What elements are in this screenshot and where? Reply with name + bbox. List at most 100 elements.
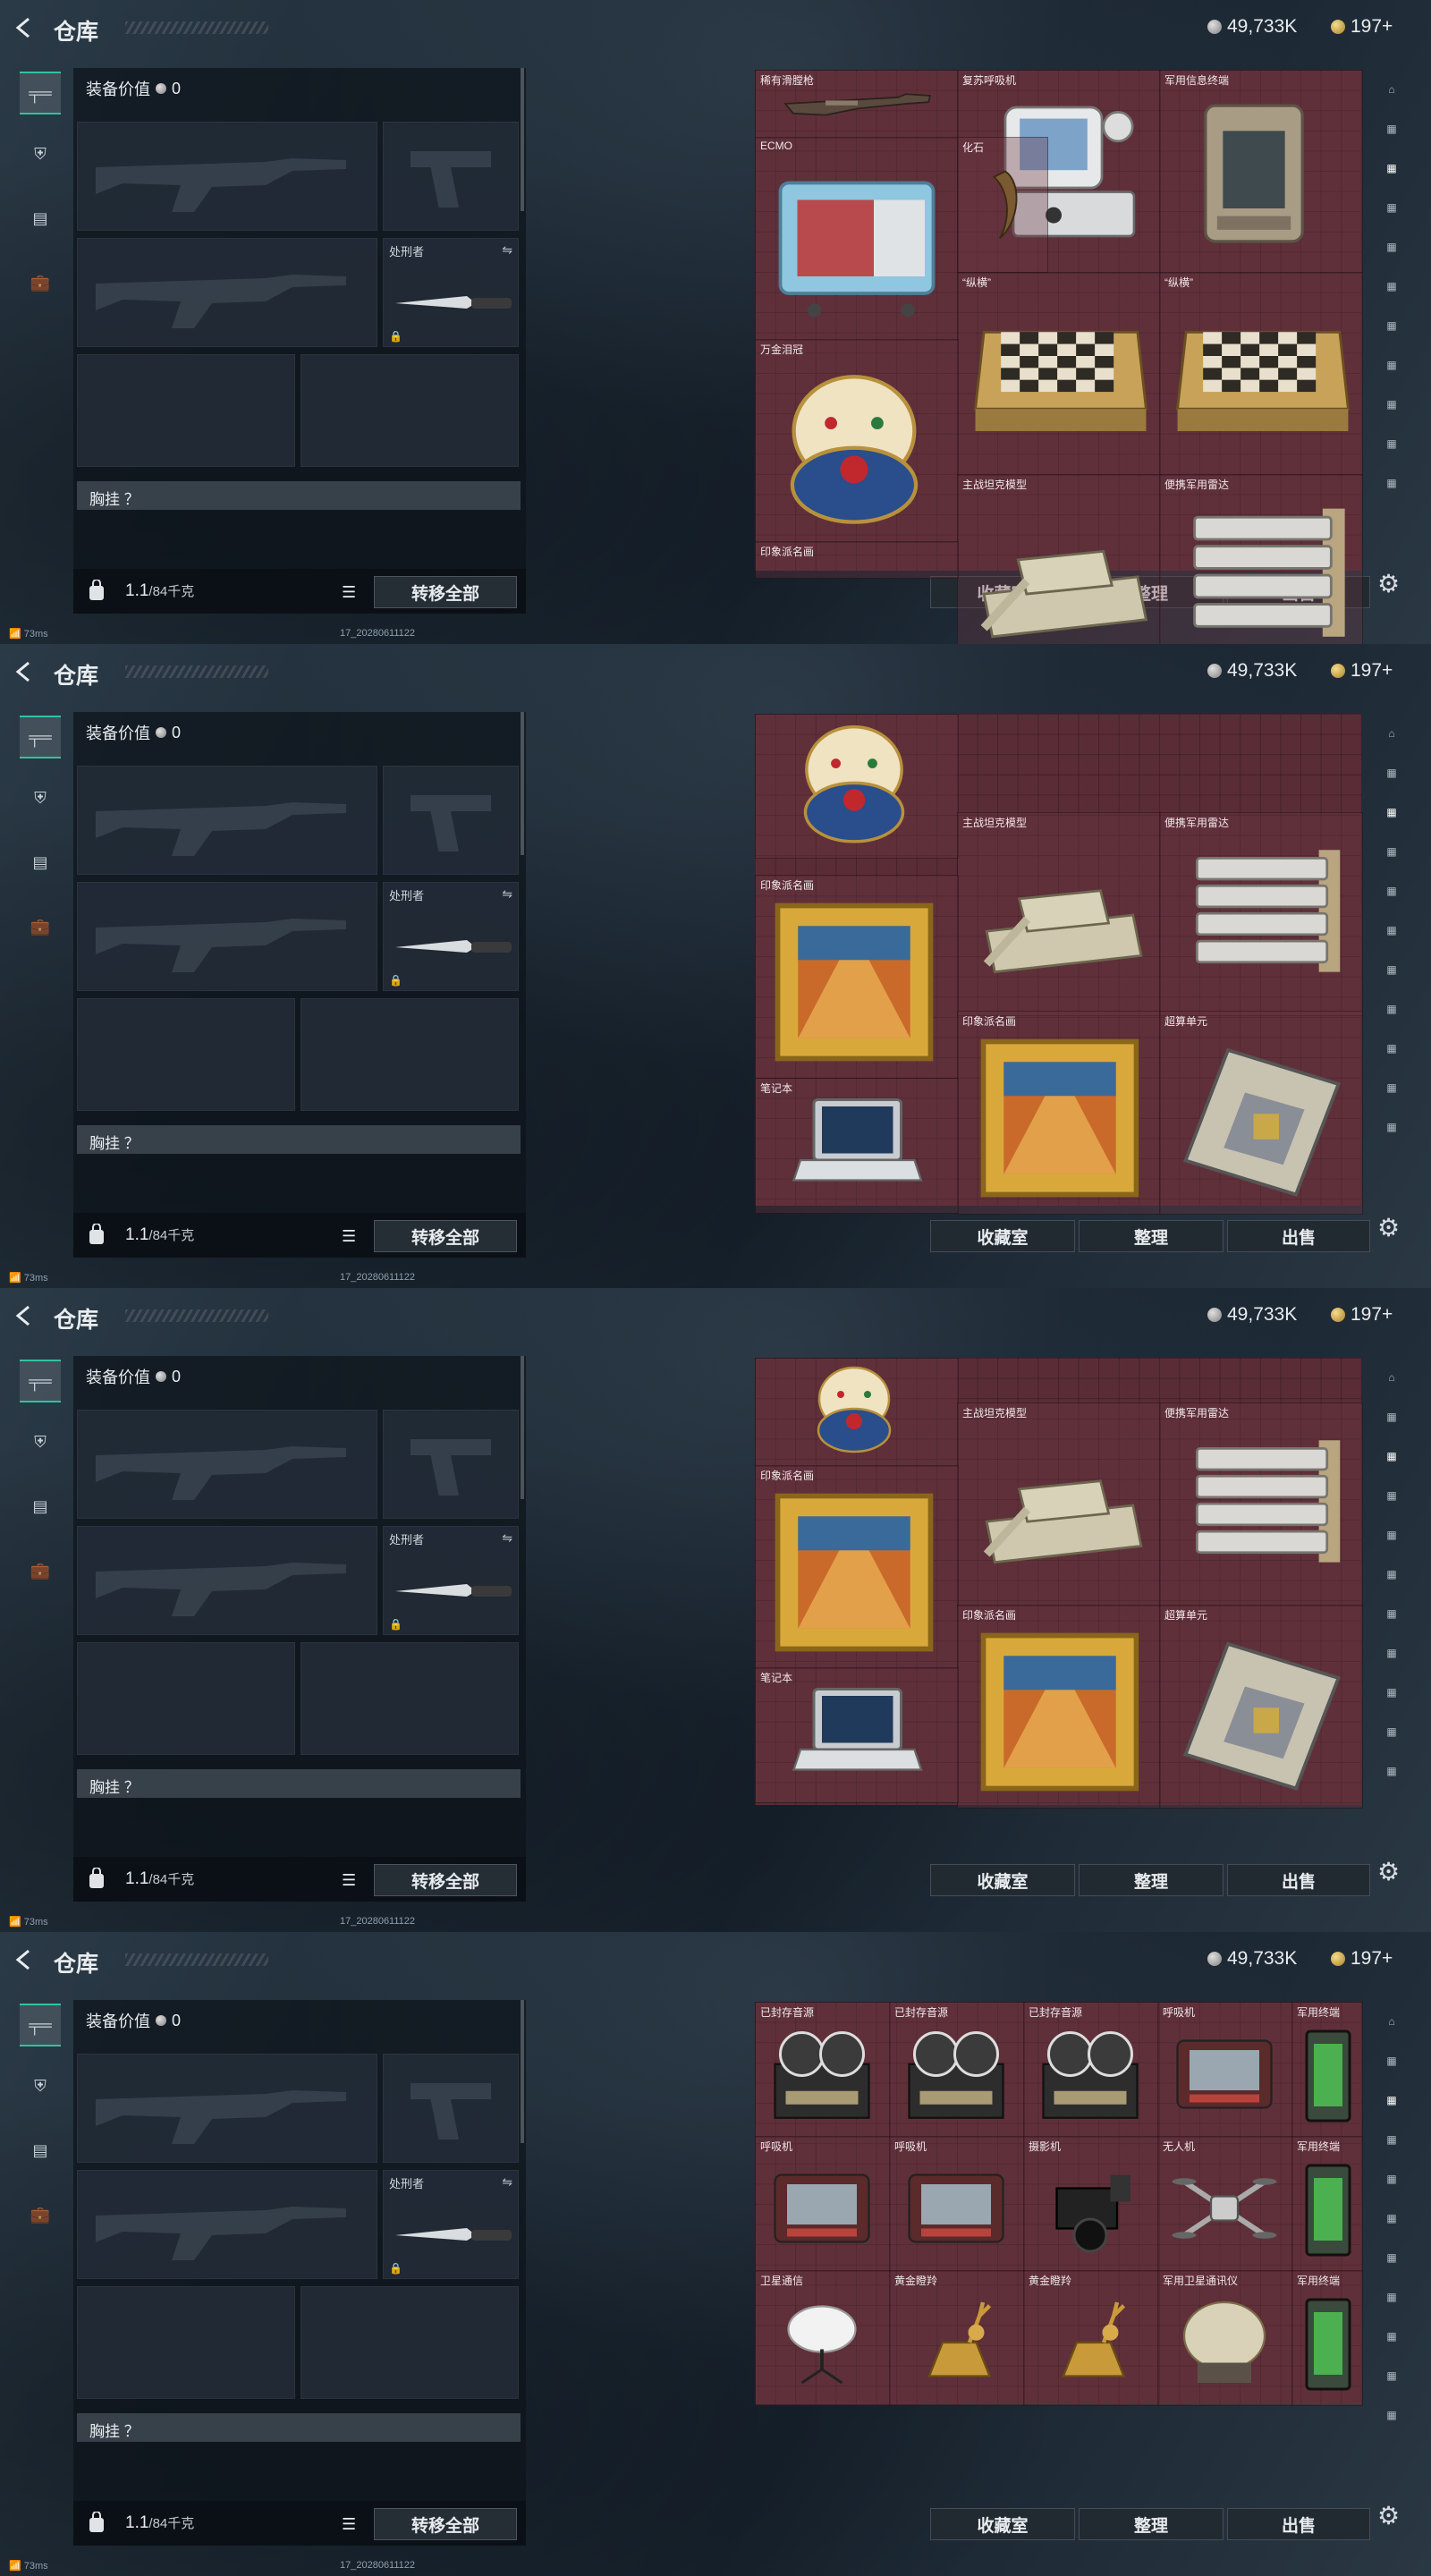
storage-tab-icon[interactable]: ▦ — [1374, 912, 1410, 948]
secondary-weapon-slot[interactable] — [77, 1526, 377, 1635]
storage-tab-icon[interactable]: ▦ — [1374, 1635, 1410, 1671]
storage-tab-icon[interactable]: ▦ — [1374, 1399, 1410, 1435]
pistol-slot[interactable] — [383, 2054, 519, 2163]
back-arrow-icon[interactable] — [13, 1948, 36, 1971]
chest-rig-slot[interactable]: 胸挂 ？ — [77, 2413, 521, 2442]
storage-tab-icon[interactable]: ▦ — [1374, 952, 1410, 987]
nav-vest[interactable]: ▤ — [20, 843, 61, 882]
nav-weapons[interactable]: ╤═ — [20, 2004, 61, 2046]
storage-tab-icon[interactable]: ▦ — [1374, 386, 1410, 422]
back-arrow-icon[interactable] — [13, 660, 36, 683]
storage-tab-icon[interactable]: ▦ — [1374, 229, 1410, 265]
nav-weapons[interactable]: ╤═ — [20, 72, 61, 114]
helmet-slot[interactable] — [77, 2286, 295, 2399]
nav-weapons[interactable]: ╤═ — [20, 1360, 61, 1402]
pistol-slot[interactable] — [383, 766, 519, 875]
inventory-item[interactable]: 印象派名画 — [957, 1011, 1161, 1215]
inventory-item[interactable]: 印象派名画 — [755, 1465, 959, 1669]
storage-tab-icon[interactable]: ▦ — [1374, 1478, 1410, 1513]
storage-tab-icon[interactable]: ▦ — [1374, 1753, 1410, 1789]
inventory-item[interactable]: 黄金瞪羚 — [889, 2270, 1025, 2406]
helmet-slot[interactable] — [77, 354, 295, 467]
storage-tab-icon[interactable]: ▦ — [1374, 2082, 1410, 2118]
inventory-item[interactable]: 呼吸机 — [889, 2136, 1025, 2272]
primary-weapon-slot[interactable] — [77, 122, 377, 231]
storage-tab-icon[interactable]: ▦ — [1374, 1030, 1410, 1066]
storage-tab-icon[interactable]: ▦ — [1374, 2122, 1410, 2157]
storage-tab-icon[interactable]: ▦ — [1374, 268, 1410, 304]
nav-armor[interactable]: ⛨ — [20, 778, 61, 818]
secondary-weapon-slot[interactable] — [77, 2170, 377, 2279]
melee-slot[interactable]: 处刑者 ⇋ 🔒 — [383, 238, 519, 347]
inventory-item[interactable]: 主战坦克模型 — [957, 812, 1161, 1016]
list-icon[interactable]: ☰ — [342, 1227, 356, 1246]
nav-vest[interactable]: ▤ — [20, 199, 61, 238]
storage-tab-icon[interactable]: ▦ — [1374, 308, 1410, 343]
inventory-item[interactable]: 已封存音源 — [1023, 2002, 1159, 2138]
melee-slot[interactable]: 处刑者 ⇋ 🔒 — [383, 2170, 519, 2279]
storage-tab-icon[interactable]: ▦ — [1374, 794, 1410, 830]
primary-weapon-slot[interactable] — [77, 1410, 377, 1519]
chest-rig-slot[interactable]: 胸挂 ？ — [77, 1769, 521, 1798]
collection-button[interactable]: 收藏室 — [930, 2508, 1075, 2540]
inventory-item[interactable]: 已封存音源 — [755, 2002, 891, 2138]
storage-tab-icon[interactable]: ▦ — [1374, 2043, 1410, 2079]
inventory-item[interactable]: 印象派名画 — [755, 875, 959, 1079]
nav-backpack[interactable]: 💼 — [20, 263, 61, 302]
armor-slot[interactable] — [301, 354, 519, 467]
inventory-item[interactable] — [755, 714, 959, 859]
inventory-item[interactable]: 主战坦克模型 — [957, 474, 1161, 644]
melee-slot[interactable]: 处刑者 ⇋ 🔒 — [383, 1526, 519, 1635]
armor-slot[interactable] — [301, 2286, 519, 2399]
gear-icon[interactable]: ⚙ — [1377, 2501, 1400, 2530]
sell-button[interactable]: 出售 — [1227, 1220, 1370, 1252]
storage-tab-icon[interactable]: ▦ — [1374, 465, 1410, 501]
collection-button[interactable]: 收藏室 — [930, 1220, 1075, 1252]
storage-tab-icon[interactable]: ▦ — [1374, 2161, 1410, 2197]
collection-button[interactable]: 收藏室 — [930, 1864, 1075, 1896]
gold-currency[interactable]: 197+ — [1331, 1948, 1393, 1970]
inventory-item[interactable]: 印象派名画 — [957, 1605, 1161, 1809]
storage-tab-icon[interactable]: ▦ — [1374, 834, 1410, 869]
list-icon[interactable]: ☰ — [342, 2515, 356, 2534]
inventory-item[interactable]: 稀有滑膛枪 — [755, 70, 959, 139]
inventory-item[interactable]: 便携军用雷达 — [1159, 474, 1363, 644]
inventory-item[interactable]: 呼吸机 — [1157, 2002, 1293, 2138]
nav-vest[interactable]: ▤ — [20, 2131, 61, 2170]
inventory-item[interactable]: 军用信息终端 — [1159, 70, 1363, 274]
inventory-item[interactable]: ECMO — [755, 137, 959, 341]
sort-button[interactable]: 整理 — [1079, 1220, 1224, 1252]
inventory-item[interactable]: 军用卫星通讯仪 — [1157, 2270, 1293, 2406]
secondary-weapon-slot[interactable] — [77, 882, 377, 991]
gear-icon[interactable]: ⚙ — [1377, 569, 1400, 598]
storage-tab-icon[interactable]: ▦ — [1374, 347, 1410, 383]
storage-tab-icon[interactable]: ▦ — [1374, 426, 1410, 462]
storage-tab-icon[interactable]: ▦ — [1374, 1438, 1410, 1474]
storage-tab-icon[interactable]: ▦ — [1374, 2200, 1410, 2236]
inventory-item[interactable]: 便携军用雷达 — [1159, 812, 1363, 1016]
inventory-item[interactable]: 超算单元 — [1159, 1011, 1363, 1215]
nav-backpack[interactable]: 💼 — [20, 907, 61, 946]
gear-icon[interactable]: ⚙ — [1377, 1857, 1400, 1886]
secondary-weapon-slot[interactable] — [77, 238, 377, 347]
back-arrow-icon[interactable] — [13, 1304, 36, 1327]
gold-currency[interactable]: 197+ — [1331, 660, 1393, 682]
transfer-all-button[interactable]: 转移全部 — [374, 1220, 517, 1252]
scrollbar[interactable] — [521, 1356, 524, 1499]
swap-icon[interactable]: ⇋ — [502, 2174, 512, 2190]
storage-tab-icon[interactable]: ⌂ — [1374, 716, 1410, 751]
storage-tab-icon[interactable]: ▦ — [1374, 1596, 1410, 1631]
gear-icon[interactable]: ⚙ — [1377, 1213, 1400, 1242]
storage-tab-icon[interactable]: ▦ — [1374, 2279, 1410, 2315]
inventory-item[interactable] — [755, 1358, 959, 1467]
armor-slot[interactable] — [301, 1642, 519, 1755]
storage-tab-icon[interactable]: ▦ — [1374, 2240, 1410, 2275]
inventory-item[interactable]: 卫星通信 — [755, 2270, 891, 2406]
scrollbar[interactable] — [521, 2000, 524, 2143]
scrollbar[interactable] — [521, 712, 524, 855]
back-arrow-icon[interactable] — [13, 16, 36, 39]
sort-button[interactable]: 整理 — [1079, 2508, 1224, 2540]
storage-tab-icon[interactable]: ⌂ — [1374, 1360, 1410, 1395]
primary-weapon-slot[interactable] — [77, 2054, 377, 2163]
nav-armor[interactable]: ⛨ — [20, 2066, 61, 2106]
